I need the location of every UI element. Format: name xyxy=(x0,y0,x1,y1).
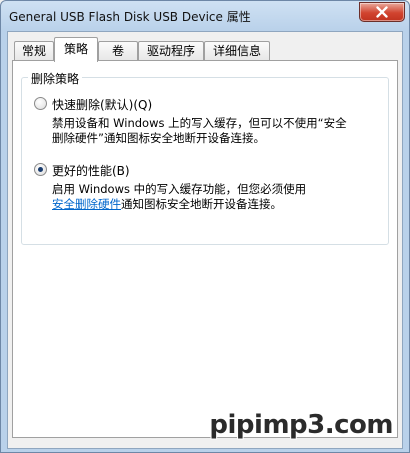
tab-volumes[interactable]: 卷 xyxy=(98,41,138,61)
close-button[interactable] xyxy=(359,2,405,22)
group-title: 删除策略 xyxy=(28,70,83,87)
properties-window: General USB Flash Disk USB Device 属性 常规 … xyxy=(0,0,410,453)
window-title: General USB Flash Disk USB Device 属性 xyxy=(9,10,251,24)
better-performance-description: 启用 Windows 中的写入缓存功能，但您必须使用 安全删除硬件通知图标安全地… xyxy=(52,182,382,212)
tab-driver[interactable]: 驱动程序 xyxy=(138,41,204,61)
quick-removal-radio[interactable] xyxy=(34,97,47,110)
better-performance-label[interactable]: 更好的性能(B) xyxy=(52,162,130,179)
close-icon xyxy=(376,6,388,18)
tab-general[interactable]: 常规 xyxy=(14,41,54,61)
watermark: pipimp3.com xyxy=(209,410,393,440)
tab-strip: 常规 策略 卷 驱动程序 详细信息 xyxy=(12,37,398,62)
tab-details[interactable]: 详细信息 xyxy=(204,41,270,61)
policies-panel: 删除策略 快速删除(默认)(Q) 禁用设备和 Windows 上的写入缓存，但可… xyxy=(12,60,398,438)
quick-removal-label[interactable]: 快速删除(默认)(Q) xyxy=(52,96,152,113)
better-performance-desc-line2-rest: 通知图标安全地断开设备连接。 xyxy=(121,197,282,211)
quick-removal-desc-line2: 删除硬件”通知图标安全地断开设备连接。 xyxy=(52,131,265,145)
dialog-client-area: 常规 策略 卷 驱动程序 详细信息 删除策略 快速删除(默认)(Q) 禁用设备和… xyxy=(7,31,403,449)
safely-remove-hardware-link[interactable]: 安全删除硬件 xyxy=(52,197,121,211)
better-performance-radio[interactable] xyxy=(34,163,47,176)
better-performance-desc-line1: 启用 Windows 中的写入缓存功能，但您必须使用 xyxy=(52,182,307,196)
quick-removal-description: 禁用设备和 Windows 上的写入缓存，但可以不使用“安全 删除硬件”通知图标… xyxy=(52,116,382,146)
title-bar[interactable]: General USB Flash Disk USB Device 属性 xyxy=(1,1,409,31)
tab-policies[interactable]: 策略 xyxy=(54,37,98,62)
better-performance-desc-line2: 安全删除硬件通知图标安全地断开设备连接。 xyxy=(52,197,382,212)
removal-policy-group: 删除策略 快速删除(默认)(Q) 禁用设备和 Windows 上的写入缓存，但可… xyxy=(21,70,389,245)
quick-removal-desc-line1: 禁用设备和 Windows 上的写入缓存，但可以不使用“安全 xyxy=(52,116,347,130)
